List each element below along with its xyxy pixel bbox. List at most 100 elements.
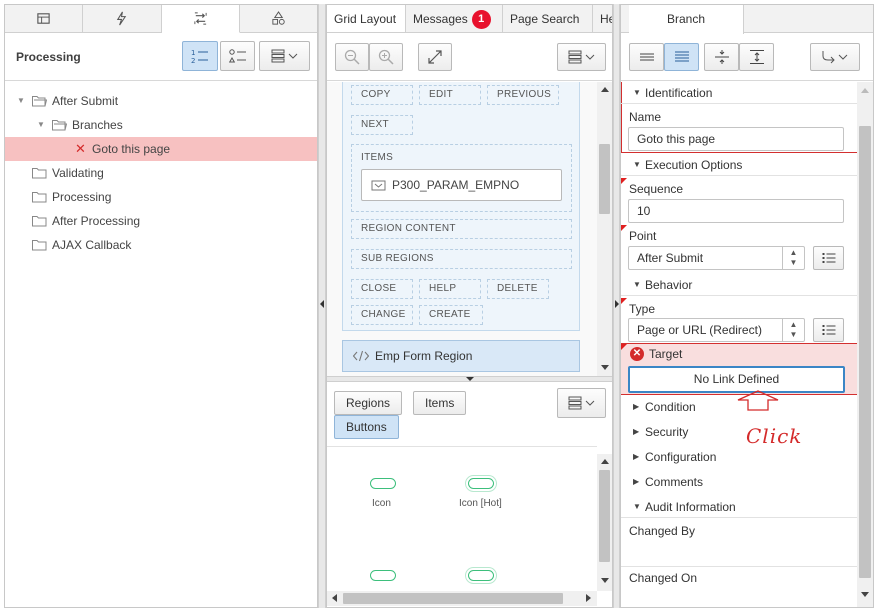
scroll-thumb[interactable] xyxy=(343,593,563,604)
button-template-icon[interactable] xyxy=(370,570,396,581)
tree-menu-button[interactable] xyxy=(259,41,310,71)
scroll-down-icon[interactable] xyxy=(861,592,869,597)
section-configuration[interactable]: ▶ Configuration xyxy=(621,446,857,468)
gallery-scrollbar[interactable] xyxy=(597,454,612,591)
section-behavior[interactable]: ▼ Behavior xyxy=(621,274,857,296)
gallery-hscrollbar[interactable] xyxy=(327,591,597,606)
tree-node-processing[interactable]: Processing xyxy=(5,185,317,209)
tree-node-ajax-callback[interactable]: AJAX Callback xyxy=(5,233,317,257)
section-security[interactable]: ▶ Security xyxy=(621,421,857,443)
type-list-button[interactable] xyxy=(813,318,844,342)
tree-node-goto-this-page[interactable]: ✕ Goto this page xyxy=(5,137,317,161)
position-delete[interactable]: DELETE xyxy=(487,279,549,299)
tab-rendering[interactable] xyxy=(5,5,84,32)
scroll-thumb[interactable] xyxy=(859,126,871,578)
scroll-up-icon[interactable] xyxy=(861,88,869,93)
scroll-thumb[interactable] xyxy=(599,144,610,214)
position-sub-regions[interactable]: SUB REGIONS xyxy=(351,249,572,269)
position-change[interactable]: CHANGE xyxy=(351,305,413,325)
scroll-down-icon[interactable] xyxy=(601,365,609,370)
position-previous[interactable]: PREVIOUS xyxy=(487,85,559,105)
scroll-right-icon[interactable] xyxy=(586,594,591,602)
scroll-thumb[interactable] xyxy=(599,470,610,562)
tab-shared-components[interactable] xyxy=(240,5,317,32)
gallery-tab-regions[interactable]: Regions xyxy=(334,391,403,415)
select-spinner-icon: ▲ ▼ xyxy=(782,247,804,269)
scroll-up-icon[interactable] xyxy=(601,459,609,464)
show-common-button[interactable] xyxy=(629,43,664,71)
caret-down-icon[interactable]: ▼ xyxy=(17,89,25,113)
processing-order-button[interactable] xyxy=(220,41,255,71)
scroll-up-icon[interactable] xyxy=(601,87,609,92)
zoom-in-button[interactable] xyxy=(369,43,403,71)
button-template-hot-icon[interactable] xyxy=(468,478,494,489)
expand-button[interactable] xyxy=(418,43,452,71)
tab-messages[interactable]: Messages 1 xyxy=(406,5,503,32)
position-copy[interactable]: COPY xyxy=(351,85,413,105)
region-emp-form[interactable]: Emp Form Region xyxy=(342,340,580,372)
collapse-right-icon[interactable] xyxy=(615,300,619,308)
section-condition[interactable]: ▶ Condition xyxy=(621,396,857,418)
tab-dynamic-actions[interactable] xyxy=(83,5,162,32)
page-item-p300-param-empno[interactable]: P300_PARAM_EMPNO xyxy=(361,169,562,201)
tree-node-branches[interactable]: ▼ Branches xyxy=(5,113,317,137)
gallery-menu-button[interactable] xyxy=(557,388,606,418)
property-scrollbar[interactable] xyxy=(857,82,873,607)
show-all-button[interactable] xyxy=(664,43,699,71)
scroll-down-icon[interactable] xyxy=(601,578,609,583)
tab-help[interactable]: He xyxy=(593,5,612,32)
section-audit-information[interactable]: ▼ Audit Information xyxy=(621,496,857,518)
tree-node-label: Processing xyxy=(52,190,112,204)
position-next[interactable]: NEXT xyxy=(351,115,413,135)
select-spinner-icon: ▲ ▼ xyxy=(782,319,804,341)
button-template-icon[interactable] xyxy=(370,478,396,489)
collapse-all-button[interactable] xyxy=(704,43,739,71)
section-execution-options[interactable]: ▼ Execution Options xyxy=(621,154,857,176)
tab-grid-layout[interactable]: Grid Layout xyxy=(327,5,406,32)
grid-menu-button[interactable] xyxy=(557,43,606,71)
position-region-content[interactable]: REGION CONTENT xyxy=(351,219,572,239)
point-list-button[interactable] xyxy=(813,246,844,270)
tree-header: Processing 12 xyxy=(5,33,317,81)
position-close[interactable]: CLOSE xyxy=(351,279,413,299)
target-link-button[interactable]: No Link Defined xyxy=(628,366,845,393)
scroll-left-icon[interactable] xyxy=(332,594,337,602)
gallery-tab-buttons[interactable]: Buttons xyxy=(334,415,399,439)
section-title: Configuration xyxy=(645,450,717,464)
tree-node-after-processing[interactable]: After Processing xyxy=(5,209,317,233)
collapse-down-icon[interactable] xyxy=(466,377,474,381)
position-create[interactable]: CREATE xyxy=(419,305,483,325)
right-splitter[interactable] xyxy=(613,4,620,608)
select-type[interactable]: Page or URL (Redirect) ▲ ▼ xyxy=(628,318,805,342)
button-template-hot-icon[interactable] xyxy=(468,570,494,581)
tree-node-label: After Processing xyxy=(52,214,141,228)
zoom-out-button[interactable] xyxy=(335,43,369,71)
tree-node-validating[interactable]: Validating xyxy=(5,161,317,185)
section-identification[interactable]: ▼ Identification xyxy=(621,82,857,104)
numbered-list-icon: 12 xyxy=(191,49,208,64)
section-comments[interactable]: ▶ Comments xyxy=(621,471,857,493)
field-sequence[interactable]: 10 xyxy=(628,199,844,223)
caret-down-icon[interactable]: ▼ xyxy=(37,113,45,137)
gallery-panel: Regions Items Buttons Icon Icon [Hot] xyxy=(327,382,612,607)
caret-down-icon: ▼ xyxy=(633,502,641,511)
select-point[interactable]: After Submit ▲ ▼ xyxy=(628,246,805,270)
gallery-tab-items[interactable]: Items xyxy=(413,391,467,415)
canvas-scrollbar[interactable] xyxy=(597,82,612,376)
menu-stack-icon xyxy=(568,396,594,410)
tab-page-search[interactable]: Page Search xyxy=(503,5,593,32)
position-help[interactable]: HELP xyxy=(419,279,481,299)
tree-node-label: Validating xyxy=(52,166,104,180)
expand-all-button[interactable] xyxy=(739,43,774,71)
tree-node-after-submit[interactable]: ▼ After Submit xyxy=(5,89,317,113)
tab-branch[interactable]: Branch xyxy=(629,5,744,34)
goto-group-button[interactable] xyxy=(810,43,860,71)
collapse-left-icon[interactable] xyxy=(320,300,324,308)
field-name[interactable]: Goto this page xyxy=(628,127,844,151)
position-edit[interactable]: EDIT xyxy=(419,85,481,105)
left-splitter[interactable] xyxy=(318,4,326,608)
caret-down-icon: ▼ xyxy=(633,280,641,289)
tab-processing[interactable] xyxy=(161,5,240,33)
component-view-button[interactable]: 12 xyxy=(182,41,218,71)
folder-icon xyxy=(32,216,47,227)
